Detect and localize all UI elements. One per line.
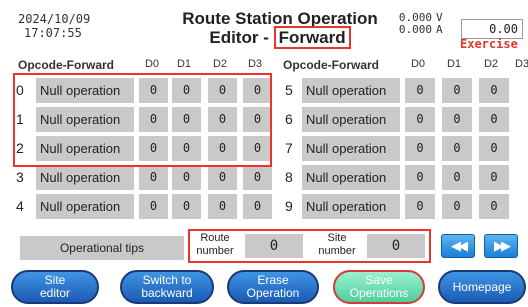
opcode-cell[interactable]: Null operation bbox=[302, 78, 400, 103]
previous-button[interactable]: ◀◀ bbox=[441, 234, 475, 258]
data-cell[interactable]: 0 bbox=[172, 165, 201, 190]
route-number-label: Route number bbox=[190, 233, 240, 257]
fast-forward-icon: ▶▶ bbox=[494, 238, 511, 253]
route-label-2: number bbox=[196, 245, 234, 257]
row-index: 6 bbox=[285, 111, 293, 127]
d0-header-right: D0 bbox=[410, 58, 426, 70]
row-index: 8 bbox=[285, 169, 293, 185]
mode-label: Exercise bbox=[460, 37, 518, 51]
data-cell[interactable]: 0 bbox=[479, 78, 509, 103]
data-cell[interactable]: 0 bbox=[139, 194, 168, 219]
direction-label: Forward bbox=[273, 26, 351, 49]
data-cell[interactable]: 0 bbox=[139, 165, 168, 190]
data-cell[interactable]: 0 bbox=[442, 78, 472, 103]
switch-backward-button[interactable]: Switch to backward bbox=[120, 270, 214, 304]
row-index: 9 bbox=[285, 198, 293, 214]
d1-header-right: D1 bbox=[446, 58, 462, 70]
data-cell[interactable]: 0 bbox=[208, 194, 237, 219]
row-index: 7 bbox=[285, 140, 293, 156]
data-cell[interactable]: 0 bbox=[405, 165, 435, 190]
data-cell[interactable]: 0 bbox=[405, 107, 435, 132]
data-cell[interactable]: 0 bbox=[442, 107, 472, 132]
data-cell[interactable]: 0 bbox=[479, 136, 509, 161]
erase-label-2: Operation bbox=[246, 286, 300, 300]
d2-header-right: D2 bbox=[483, 58, 499, 70]
datetime: 2024/10/09 17:07:55 bbox=[18, 12, 90, 40]
voltage-readout: 0.000 0.000 bbox=[398, 12, 432, 36]
d0-header-left: D0 bbox=[144, 58, 160, 70]
data-cell[interactable]: 0 bbox=[442, 136, 472, 161]
save-label-2: Operations bbox=[349, 286, 409, 300]
current-value: 0.000 bbox=[398, 23, 432, 36]
data-cell[interactable]: 0 bbox=[243, 165, 272, 190]
data-cell[interactable]: 0 bbox=[479, 107, 509, 132]
site-editor-label-2: editor bbox=[39, 286, 71, 300]
data-cell[interactable]: 0 bbox=[405, 78, 435, 103]
page-title: Route Station Operation Editor - Forward bbox=[180, 9, 380, 49]
data-cell[interactable]: 0 bbox=[442, 194, 472, 219]
site-number-field[interactable]: 0 bbox=[367, 234, 425, 258]
route-number-field[interactable]: 0 bbox=[245, 234, 303, 258]
site-number-label: Site number bbox=[310, 233, 364, 257]
homepage-label: Homepage bbox=[452, 279, 512, 294]
time-text: 17:07:55 bbox=[24, 26, 82, 40]
opcode-cell[interactable]: Null operation bbox=[302, 194, 400, 219]
opcode-cell[interactable]: Null operation bbox=[302, 136, 400, 161]
opcode-header-right: Opcode-Forward bbox=[283, 58, 380, 72]
d1-header-left: D1 bbox=[176, 58, 192, 70]
route-label-1: Route bbox=[200, 232, 230, 244]
d3-header-left: D3 bbox=[247, 58, 263, 70]
data-cell[interactable]: 0 bbox=[172, 194, 201, 219]
switch-label-2: backward bbox=[141, 286, 193, 300]
data-cell[interactable]: 0 bbox=[405, 136, 435, 161]
site-label-2: number bbox=[318, 245, 356, 257]
data-cell[interactable]: 0 bbox=[405, 194, 435, 219]
data-cell[interactable]: 0 bbox=[479, 165, 509, 190]
homepage-button[interactable]: Homepage bbox=[438, 270, 526, 304]
row-index: 3 bbox=[16, 169, 24, 185]
data-cell[interactable]: 0 bbox=[442, 165, 472, 190]
d3-header-right: D3 bbox=[514, 58, 528, 70]
unit-labels: V A bbox=[436, 12, 443, 36]
opcode-cell[interactable]: Null operation bbox=[36, 194, 134, 219]
operational-tips: Operational tips bbox=[20, 236, 184, 260]
current-unit: A bbox=[436, 23, 443, 36]
opcode-cell[interactable]: Null operation bbox=[302, 107, 400, 132]
date-text: 2024/10/09 bbox=[18, 12, 91, 26]
value-display: 0.00 bbox=[461, 19, 523, 39]
site-editor-button[interactable]: Site editor bbox=[11, 270, 99, 304]
d2-header-left: D2 bbox=[212, 58, 228, 70]
site-label-1: Site bbox=[327, 232, 347, 244]
rewind-icon: ◀◀ bbox=[451, 238, 468, 253]
title-line-2: Editor - bbox=[209, 28, 274, 47]
save-operations-button[interactable]: Save Operations bbox=[333, 270, 425, 304]
data-cell[interactable]: 0 bbox=[479, 194, 509, 219]
next-button[interactable]: ▶▶ bbox=[484, 234, 518, 258]
data-cell[interactable]: 0 bbox=[243, 194, 272, 219]
opcode-cell[interactable]: Null operation bbox=[36, 165, 134, 190]
data-cell[interactable]: 0 bbox=[208, 165, 237, 190]
erase-operation-button[interactable]: Erase Operation bbox=[227, 270, 319, 304]
highlight-rows-box bbox=[13, 73, 272, 167]
row-index: 4 bbox=[16, 198, 24, 214]
row-index: 5 bbox=[285, 82, 293, 98]
opcode-cell[interactable]: Null operation bbox=[302, 165, 400, 190]
opcode-header-left: Opcode-Forward bbox=[18, 58, 115, 72]
